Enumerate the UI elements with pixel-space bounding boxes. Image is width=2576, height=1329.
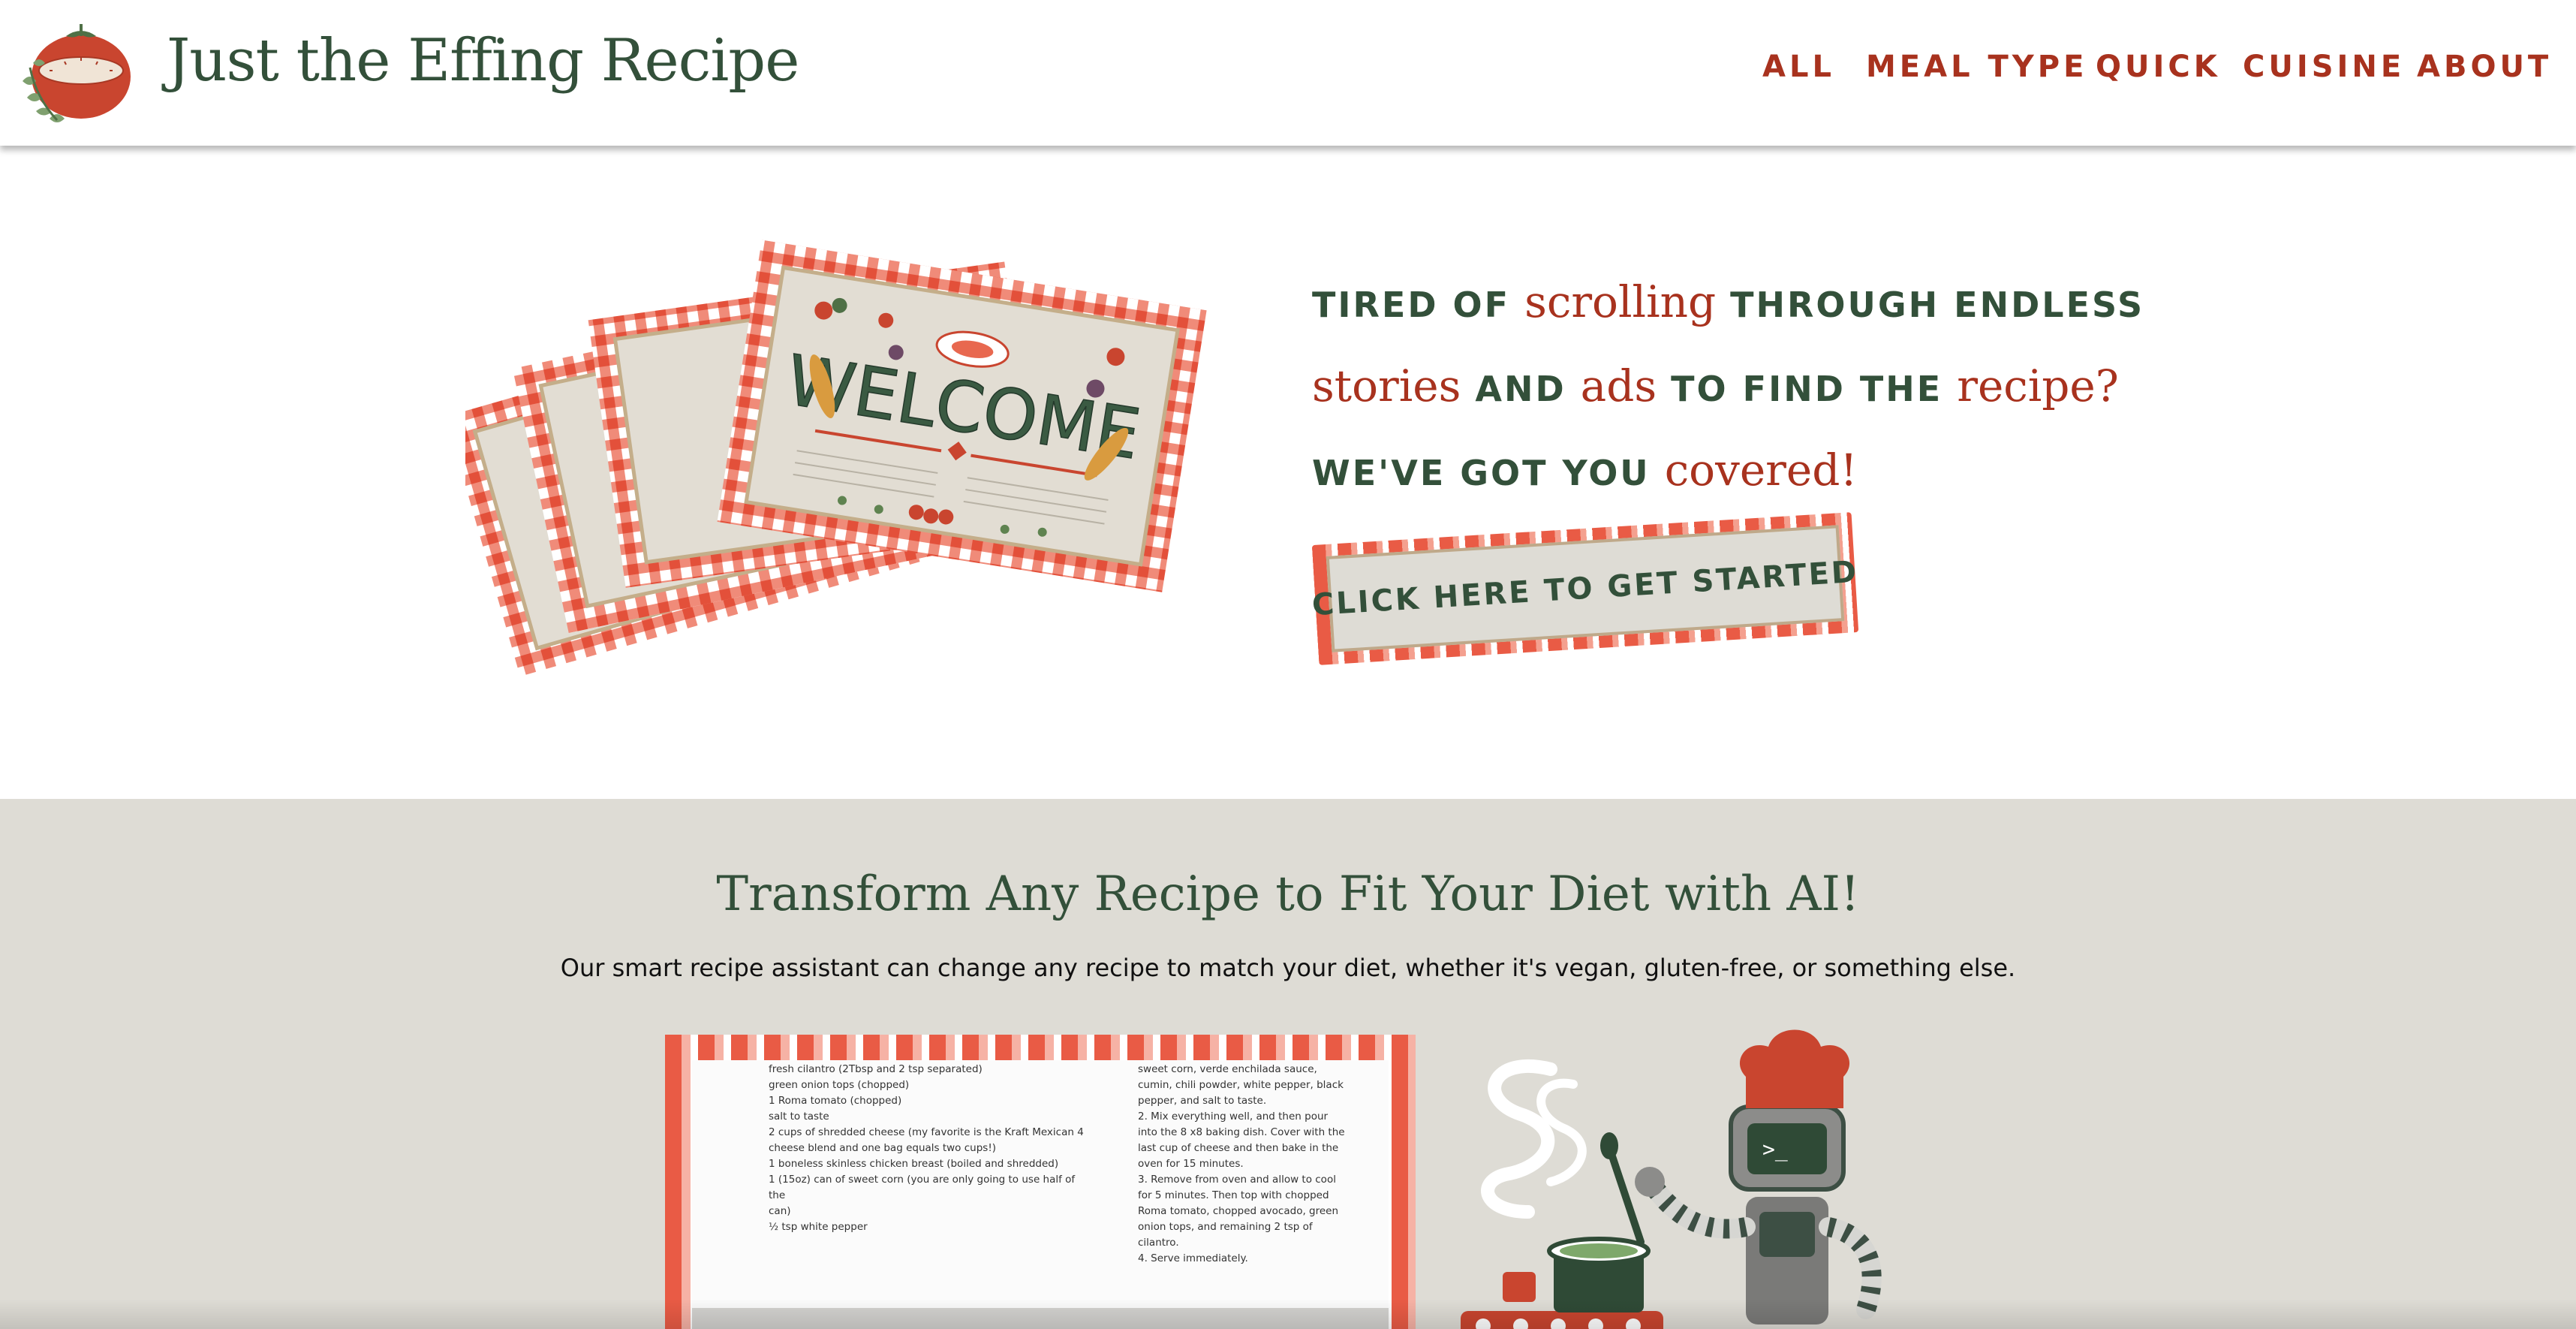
- recipe-preview-content: fresh cilantro (2Tbsp and 2 tsp separate…: [692, 1060, 1389, 1329]
- recipe-instructions-column: sweet corn, verde enchilada sauce, cumin…: [1138, 1062, 1356, 1267]
- recipe-line: 2 cups of shredded cheese (my favorite i…: [769, 1126, 1084, 1138]
- cta-label: CLICK HERE TO GET STARTED: [1311, 554, 1860, 623]
- recipe-line: 1 Roma tomato (chopped): [769, 1095, 902, 1107]
- tagline-part: WE'VE GOT YOU: [1312, 453, 1665, 493]
- site-title[interactable]: Just the Effing Recipe: [167, 27, 799, 95]
- hero-tagline: TIRED OF scrolling THROUGH ENDLESS stori…: [1312, 266, 2168, 518]
- tomato-timer-logo-icon[interactable]: [20, 15, 140, 128]
- recipe-line: Roma tomato, chopped avocado, green: [1138, 1205, 1339, 1217]
- recipe-line: into the 8 x8 baking dish. Cover with th…: [1138, 1126, 1345, 1138]
- recipe-line: last cup of cheese and then bake in the: [1138, 1142, 1339, 1154]
- tagline-accent: scrolling: [1524, 276, 1717, 327]
- get-started-button[interactable]: CLICK HERE TO GET STARTED: [1311, 512, 1860, 665]
- recipe-line: green onion tops (chopped): [769, 1079, 910, 1091]
- nav-about[interactable]: ABOUT: [2417, 50, 2552, 84]
- tagline-accent: covered!: [1664, 445, 1858, 496]
- ai-section: Transform Any Recipe to Fit Your Diet wi…: [0, 799, 2576, 1329]
- tagline-accent: recipe?: [1957, 360, 2119, 411]
- welcome-cards-illustration: WELCOME: [465, 240, 1207, 677]
- nav-quick[interactable]: QUICK: [2096, 50, 2221, 84]
- recipe-line: cheese blend and one bag equals two cups…: [769, 1142, 996, 1154]
- robot-chef-illustration: >_: [1461, 1029, 1882, 1329]
- recipe-line: pepper, and salt to taste.: [1138, 1095, 1267, 1107]
- recipe-preview-footer: [692, 1308, 1389, 1329]
- tagline-part: THROUGH ENDLESS: [1716, 285, 2145, 325]
- recipe-line: fresh cilantro (2Tbsp and 2 tsp separate…: [769, 1063, 983, 1075]
- site-header: Just the Effing Recipe ALL MEAL TYPE QUI…: [0, 0, 2576, 146]
- recipe-line: 1 (15oz) can of sweet corn (you are only…: [769, 1174, 1079, 1201]
- nav-all[interactable]: ALL: [1762, 50, 1835, 84]
- recipe-line: oven for 15 minutes.: [1138, 1158, 1244, 1170]
- recipe-line: salt to taste: [769, 1111, 829, 1123]
- recipe-line: can): [769, 1205, 791, 1217]
- recipe-line: onion tops, and remaining 2 tsp of: [1138, 1221, 1313, 1233]
- svg-text:>_: >_: [1762, 1137, 1788, 1162]
- hero-section: WELCOME TIRED OF scrolling THROUGH ENDLE…: [0, 146, 2576, 799]
- main-nav: ALL MEAL TYPE QUICK CUISINE ABOUT: [1762, 50, 2548, 95]
- recipe-line: cilantro.: [1138, 1237, 1179, 1249]
- recipe-line: 3. Remove from oven and allow to cool: [1138, 1174, 1336, 1186]
- tagline-part: TIRED OF: [1312, 285, 1525, 325]
- tagline-part: TO FIND THE: [1657, 369, 1958, 409]
- recipe-ingredients-column: fresh cilantro (2Tbsp and 2 tsp separate…: [769, 1062, 1091, 1235]
- tagline-accent: stories: [1312, 360, 1461, 411]
- ai-section-subtitle: Our smart recipe assistant can change an…: [560, 954, 2016, 982]
- nav-meal-type[interactable]: MEAL TYPE: [1866, 50, 2087, 84]
- tagline-part: AND: [1461, 369, 1581, 409]
- tagline-accent: ads: [1580, 360, 1657, 411]
- recipe-line: sweet corn, verde enchilada sauce,: [1138, 1063, 1317, 1075]
- recipe-line: for 5 minutes. Then top with chopped: [1138, 1189, 1329, 1201]
- recipe-preview-image: fresh cilantro (2Tbsp and 2 tsp separate…: [665, 1035, 1416, 1329]
- recipe-line: 2. Mix everything well, and then pour: [1138, 1111, 1329, 1123]
- ai-section-title: Transform Any Recipe to Fit Your Diet wi…: [716, 866, 1860, 922]
- recipe-line: ½ tsp white pepper: [769, 1221, 868, 1233]
- recipe-line: cumin, chili powder, white pepper, black: [1138, 1079, 1344, 1091]
- recipe-line: 4. Serve immediately.: [1138, 1252, 1248, 1264]
- recipe-line: 1 boneless skinless chicken breast (boil…: [769, 1158, 1059, 1170]
- nav-cuisine[interactable]: CUISINE: [2243, 50, 2405, 84]
